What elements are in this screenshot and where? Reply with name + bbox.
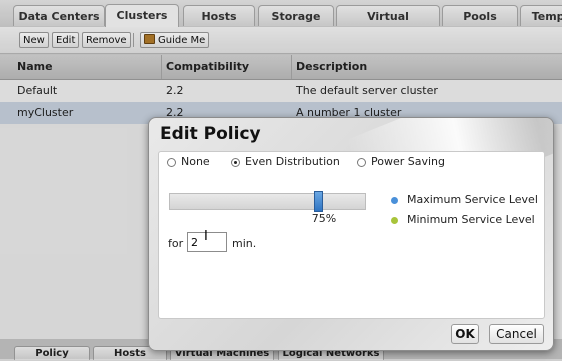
radio-power-saving[interactable] [357,158,366,167]
minutes-unit-label: min. [232,237,257,250]
slider-percent-label: 75% [311,212,337,225]
dialog-title: Edit Policy [160,124,261,144]
legend-min-label: Minimum Service Level [407,213,535,226]
edit-policy-dialog: Edit Policy None Even Distribution Power… [148,117,554,351]
text-cursor-icon: I [204,229,208,244]
policy-panel: None Even Distribution Power Saving 75% … [158,151,545,319]
cancel-button[interactable]: Cancel [489,324,544,344]
radio-none-label[interactable]: None [181,155,210,168]
min-level-dot-icon [391,217,398,224]
service-level-slider[interactable] [169,191,366,212]
max-level-dot-icon [391,197,398,204]
radio-even-distribution-label[interactable]: Even Distribution [245,155,340,168]
radio-power-saving-label[interactable]: Power Saving [371,155,445,168]
radio-none[interactable] [167,158,176,167]
legend-max-label: Maximum Service Level [407,193,538,206]
radio-even-distribution[interactable] [231,158,240,167]
for-label: for [168,237,184,250]
ok-button[interactable]: OK [451,324,479,344]
slider-handle[interactable] [314,191,323,212]
